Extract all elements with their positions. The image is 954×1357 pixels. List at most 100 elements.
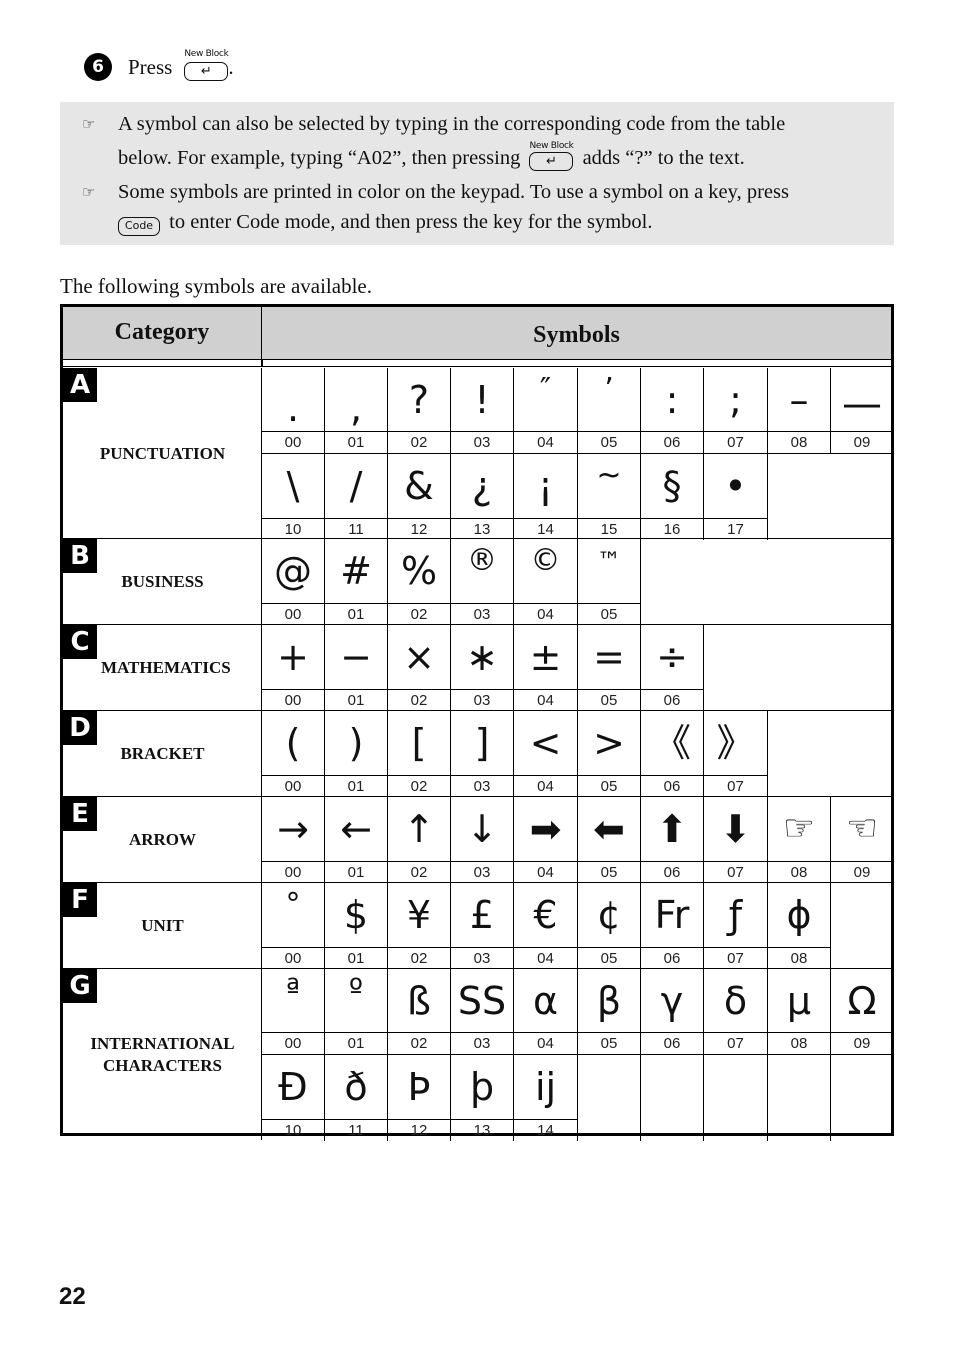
symbol-code: 01 <box>325 775 387 797</box>
category-name: MATHEMATICS <box>101 658 231 677</box>
symbol-code: 03 <box>451 431 513 453</box>
symbol-glyph: \ <box>286 464 300 508</box>
symbol-cell: ∗ 03 <box>451 625 514 711</box>
symbol-grid: +00−01 × 02 ∗ 03 ±04 = 05 ÷ 06 <box>261 625 891 711</box>
symbol-code: 02 <box>388 947 450 969</box>
symbol-cell: ] 03 <box>451 711 514 797</box>
symbol-cell: ÷ 06 <box>641 625 704 711</box>
symbol-code: 09 <box>831 861 893 883</box>
note-box: ☞ A symbol can also be selected by typin… <box>60 102 894 245</box>
symbol-code: 07 <box>704 861 767 883</box>
symbol-glyph: µ <box>786 979 812 1023</box>
symbol-cell: . 00 <box>262 368 325 454</box>
symbol-glyph: Đ <box>278 1065 308 1109</box>
symbol-glyph: ¡ <box>537 464 554 508</box>
symbol-cell: SS 03 <box>451 969 514 1055</box>
symbol-glyph: : <box>665 378 679 422</box>
category-name: INTERNATIONAL CHARACTERS <box>90 1034 235 1075</box>
symbol-glyph: γ <box>660 979 684 1023</box>
symbol-cell: ¥02 <box>388 883 451 969</box>
symbol-code: 17 <box>704 518 767 540</box>
symbol-glyph: @ <box>274 549 312 593</box>
code-key: Code <box>118 206 160 240</box>
symbol-cell: ƒ 07 <box>704 883 768 969</box>
symbol-glyph: ] <box>474 721 490 765</box>
symbol-code: 13 <box>451 518 513 540</box>
symbol-glyph: ➡ <box>529 807 562 851</box>
category-name: ARROW <box>128 830 197 849</box>
note-2-line-2: Code to enter Code mode, and then press … <box>118 205 898 240</box>
pointing-hand-icon: ☞ <box>82 183 96 201</box>
section-letter-badge: A <box>63 368 97 402</box>
symbol-glyph: ™ <box>597 547 621 575</box>
symbol-cell: ↑ 02 <box>388 797 451 883</box>
symbol-code: 00 <box>262 861 324 883</box>
symbol-code: 03 <box>451 689 513 711</box>
symbol-code: 07 <box>704 947 767 969</box>
symbol-code: 05 <box>578 431 640 453</box>
symbol-glyph: ª <box>285 973 301 1008</box>
symbol-glyph: ? <box>408 378 430 422</box>
symbol-glyph: ϕ <box>786 893 812 937</box>
new-block-key: New Block ↵ <box>529 141 574 176</box>
new-block-key: New Block ↵ <box>184 49 229 81</box>
symbol-code: 08 <box>768 947 830 969</box>
symbol-cell: ’ 05 <box>578 368 641 454</box>
empty-cell <box>641 1055 704 1141</box>
symbol-code: 06 <box>641 431 703 453</box>
symbol-cell: © 04 <box>514 539 578 625</box>
symbol-code: 13 <box>451 1119 513 1141</box>
symbol-glyph: ↑ <box>403 807 435 851</box>
symbol-glyph: δ <box>723 979 748 1023</box>
empty-cell <box>578 1055 641 1141</box>
symbol-cell: × 02 <box>388 625 451 711</box>
symbol-glyph: ® <box>467 543 497 578</box>
symbol-code: 05 <box>578 861 640 883</box>
symbol-glyph: ☞ <box>782 808 816 849</box>
symbol-code: 06 <box>641 775 703 797</box>
symbol-glyph: ¿ <box>471 464 493 508</box>
symbol-glyph: Ω <box>847 979 877 1023</box>
symbol-cell: • 17 <box>704 454 768 540</box>
symbol-code: 03 <box>451 603 513 625</box>
header-separator <box>63 360 891 367</box>
section-e: E ARROW → 00 ← 01 ↑ 02 ↓ 03 ➡ 04 ⬅ 05 ⬆ 06 ⬇ 07 ☞ 08 ☜ 09 <box>63 797 893 883</box>
symbol-glyph: α <box>532 979 559 1023</box>
symbol-code: 01 <box>325 603 387 625</box>
category-name: BRACKET <box>120 744 205 763</box>
section-letter-badge: F <box>63 883 97 917</box>
symbol-cell: : 06 <box>641 368 704 454</box>
symbol-glyph: ± <box>529 635 562 679</box>
symbol-glyph: ° <box>285 887 301 922</box>
symbol-code: 14 <box>514 518 577 540</box>
symbol-cell: → 00 <box>262 797 325 883</box>
symbol-cell: ? 02 <box>388 368 451 454</box>
symbol-cell: 》 07 <box>704 711 768 797</box>
symbol-code: 00 <box>262 775 324 797</box>
symbol-code: 00 <box>262 603 324 625</box>
symbol-code: 02 <box>388 1032 450 1054</box>
symbol-glyph: 》 <box>716 721 755 765</box>
symbol-cell: þ 13 <box>451 1055 514 1141</box>
symbol-cell: & 12 <box>388 454 451 540</box>
symbol-glyph: Þ <box>407 1065 431 1109</box>
symbol-cell: º 01 <box>325 969 388 1055</box>
symbol-glyph: + <box>277 635 309 679</box>
symbol-glyph: Fr <box>654 893 690 937</box>
symbol-glyph: ☜ <box>845 808 879 849</box>
symbol-glyph: × <box>403 635 435 679</box>
symbol-glyph: – <box>789 378 809 422</box>
symbol-code: 02 <box>388 861 450 883</box>
symbol-code: 01 <box>325 431 387 453</box>
symbol-grid: (00) 01[02] 03 <04 >05 《 06 》 07 <box>261 711 891 797</box>
symbol-grid: @00 #01% 02 ® 03 © 04 ™ 05 <box>261 539 891 625</box>
header-category: Category <box>63 307 262 359</box>
symbol-glyph: § <box>662 464 682 508</box>
symbol-cell: — 09 <box>831 368 893 454</box>
symbol-grid: → 00 ← 01 ↑ 02 ↓ 03 ➡ 04 ⬅ 05 ⬆ 06 ⬇ 07 ☞ 08 ☜ 09 <box>261 797 893 883</box>
symbol-glyph: β <box>596 979 622 1023</box>
page-number: 22 <box>59 1283 86 1310</box>
symbol-cell: δ 07 <box>704 969 768 1055</box>
symbol-code: 10 <box>262 1119 324 1141</box>
section-c: C MATHEMATICS +00−01 × 02 ∗ 03 ±04 = 05 ÷ 06 <box>63 625 891 711</box>
